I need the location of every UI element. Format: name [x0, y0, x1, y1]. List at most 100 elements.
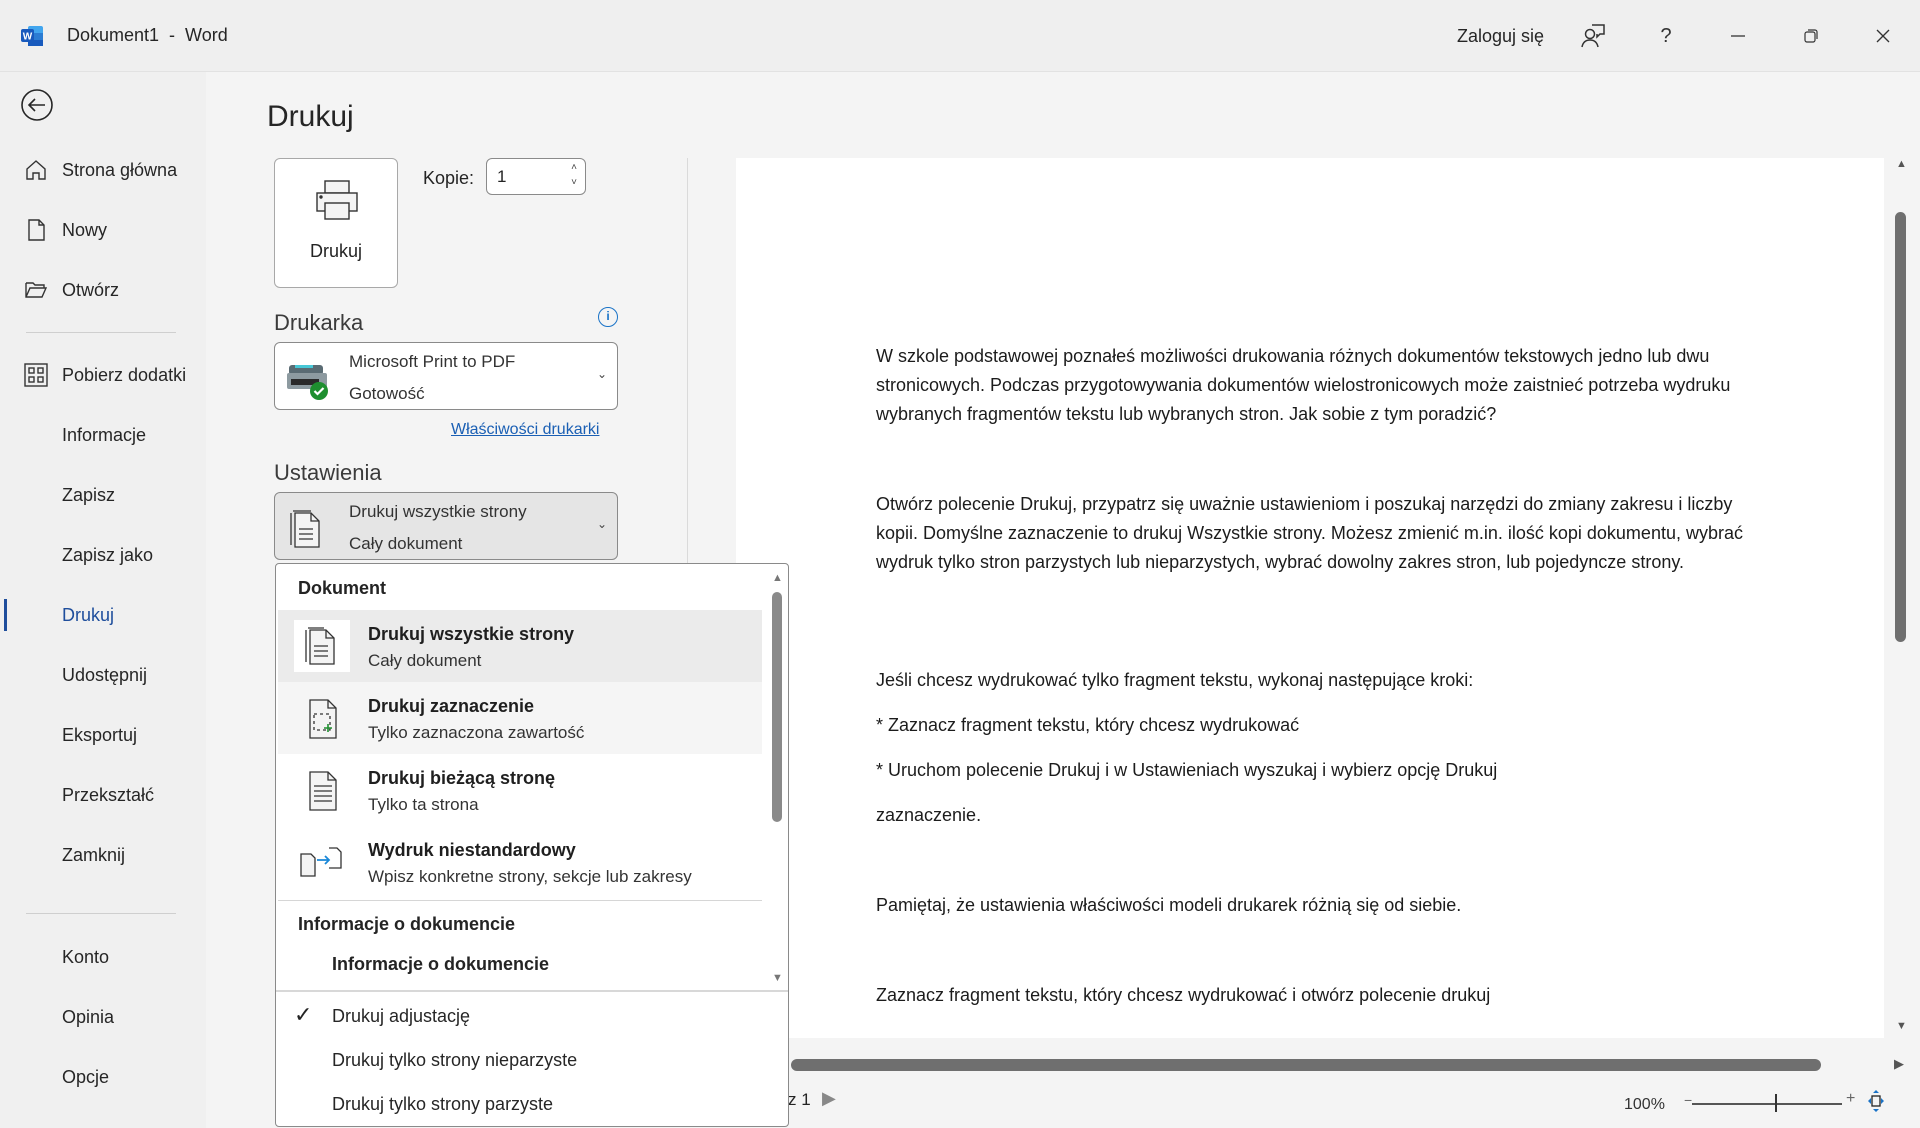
- sidebar-item-new[interactable]: Nowy: [0, 208, 206, 252]
- printer-icon: [316, 180, 358, 220]
- scroll-down-icon[interactable]: ▼: [1896, 1020, 1907, 1032]
- help-icon: ?: [1660, 24, 1672, 47]
- zoom-level[interactable]: 100%: [1624, 1096, 1665, 1114]
- sidebar-item-label: Otwórz: [62, 279, 120, 300]
- all-pages-icon: [290, 510, 320, 548]
- zoom-slider-thumb[interactable]: [1775, 1094, 1777, 1112]
- scroll-right-icon[interactable]: ▶: [1894, 1056, 1904, 1072]
- sidebar-item-feedback[interactable]: Opinia: [0, 995, 206, 1039]
- vertical-scroll-thumb[interactable]: [1895, 212, 1906, 642]
- print-range-subtitle: Cały dokument: [349, 534, 463, 553]
- printer-name: Microsoft Print to PDF: [349, 352, 516, 371]
- zoom-to-page-icon[interactable]: [1866, 1088, 1886, 1114]
- print-button-label: Drukuj: [309, 241, 362, 261]
- menu-group-header: Informacje o dokumencie: [298, 914, 516, 934]
- preview-paragraph: zaznaczenie.: [876, 805, 982, 825]
- preview-paragraph: Otwórz polecenie Drukuj, przypatrz się u…: [876, 494, 1743, 572]
- sidebar-item-share[interactable]: Udostępnij: [0, 653, 206, 697]
- sidebar-item-close[interactable]: Zamknij: [0, 833, 206, 877]
- option-label: Drukuj adjustację: [332, 1006, 471, 1026]
- menu-item-subtitle: Tylko zaznaczona zawartość: [368, 723, 585, 742]
- sign-in-link[interactable]: Zaloguj się: [1457, 26, 1544, 47]
- window-title: Dokument1 - Word: [67, 25, 228, 45]
- sidebar-item-label: Strona główna: [62, 159, 178, 180]
- horizontal-scroll-thumb[interactable]: [791, 1059, 1821, 1071]
- sidebar-item-addins[interactable]: Pobierz dodatki: [0, 353, 206, 397]
- menu-item-print-all[interactable]: Drukuj wszystkie strony Cały dokument: [278, 610, 762, 682]
- sidebar-divider: [26, 913, 176, 914]
- printer-heading: Drukarka: [274, 310, 364, 335]
- zoom-in-button[interactable]: +: [1846, 1090, 1855, 1108]
- sidebar-item-open[interactable]: Otwórz: [0, 268, 206, 312]
- menu-item-print-current-page[interactable]: Drukuj bieżącą stronę Tylko ta strona: [278, 754, 762, 826]
- print-range-dropdown[interactable]: Drukuj wszystkie strony Cały dokument ⌄: [274, 492, 618, 560]
- restore-button[interactable]: [1793, 20, 1829, 52]
- sidebar-item-print[interactable]: Drukuj: [0, 593, 206, 637]
- menu-item-title: Wydruk niestandardowy: [368, 840, 576, 860]
- menu-group-header: Dokument: [298, 578, 387, 598]
- next-page-icon[interactable]: ▶: [822, 1088, 836, 1109]
- new-document-icon: [28, 219, 45, 241]
- minimize-button[interactable]: [1720, 20, 1756, 52]
- sidebar-divider: [26, 332, 176, 333]
- open-folder-icon: [25, 282, 48, 298]
- sidebar-item-account[interactable]: Konto: [0, 935, 206, 979]
- all-pages-icon: [305, 627, 335, 665]
- checkmark-icon: ✓: [294, 1002, 313, 1027]
- scroll-down-icon[interactable]: ▼: [772, 972, 783, 984]
- sidebar-item-label: Przekształć: [62, 784, 155, 805]
- info-icon[interactable]: i: [598, 307, 618, 327]
- menu-item-document-info[interactable]: Informacje o dokumencie: [332, 954, 549, 975]
- sidebar-item-options[interactable]: Opcje: [0, 1055, 206, 1099]
- decrement-icon[interactable]: ˅: [566, 175, 582, 190]
- feedback-icon: [1581, 24, 1605, 48]
- printer-dropdown[interactable]: Microsoft Print to PDF Gotowość ⌄: [274, 342, 618, 410]
- zoom-slider[interactable]: [1692, 1103, 1842, 1105]
- minimize-icon: [1731, 35, 1745, 37]
- sidebar-item-label: Udostępnij: [62, 664, 148, 685]
- scroll-up-icon[interactable]: ▲: [772, 572, 783, 584]
- sidebar-item-label: Drukuj: [62, 604, 115, 625]
- menu-item-custom-print[interactable]: Wydruk niestandardowy Wpisz konkretne st…: [278, 826, 762, 898]
- sidebar-item-transform[interactable]: Przekształć: [0, 773, 206, 817]
- print-range-title: Drukuj wszystkie strony: [349, 502, 527, 521]
- feedback-button[interactable]: [1575, 20, 1611, 52]
- back-arrow-icon[interactable]: [20, 88, 54, 122]
- increment-icon[interactable]: ˄: [566, 160, 582, 175]
- zoom-out-button[interactable]: −: [1684, 1092, 1692, 1108]
- preview-paragraph: Zaznacz fragment tekstu, który chcesz wy…: [876, 985, 1491, 1005]
- sidebar-item-export[interactable]: Eksportuj: [0, 713, 206, 757]
- menu-divider: [276, 990, 788, 992]
- sidebar-item-save[interactable]: Zapisz: [0, 473, 206, 517]
- copies-stepper[interactable]: ˄ ˅: [566, 160, 582, 192]
- help-button[interactable]: ?: [1648, 20, 1684, 52]
- sidebar-item-label: Pobierz dodatki: [62, 364, 187, 385]
- custom-range-icon: [300, 847, 342, 877]
- sidebar-item-save-as[interactable]: Zapisz jako: [0, 533, 206, 577]
- sidebar-item-label: Konto: [62, 946, 110, 967]
- page-count: z 1: [788, 1090, 811, 1109]
- menu-item-print-selection[interactable]: Drukuj zaznaczenie Tylko zaznaczona zawa…: [278, 682, 762, 754]
- backstage-sidebar: Strona główna Nowy Otwórz Pobierz dodatk…: [0, 72, 206, 1128]
- sidebar-item-label: Eksportuj: [62, 724, 138, 745]
- close-button[interactable]: [1865, 20, 1901, 52]
- print-range-menu: Dokument Drukuj wszystkie strony Cały do…: [275, 563, 789, 1127]
- menu-scroll-thumb[interactable]: [772, 592, 782, 822]
- print-button[interactable]: Drukuj: [274, 158, 398, 288]
- menu-divider: [278, 900, 762, 901]
- home-icon: [26, 160, 46, 180]
- option-print-markup[interactable]: ✓ Drukuj adjustację: [276, 994, 788, 1038]
- option-print-odd-pages[interactable]: Drukuj tylko strony nieparzyste: [276, 1038, 788, 1082]
- scroll-up-icon[interactable]: ▲: [1896, 158, 1907, 170]
- selection-icon: [309, 699, 337, 739]
- printer-properties-link[interactable]: Właściwości drukarki: [451, 421, 599, 439]
- printer-ready-icon: [287, 365, 328, 400]
- sidebar-item-label: Zapisz jako: [62, 544, 154, 565]
- sidebar-item-label: Nowy: [62, 219, 108, 240]
- settings-heading: Ustawienia: [274, 460, 382, 485]
- sidebar-item-home[interactable]: Strona główna: [0, 148, 206, 192]
- option-print-even-pages[interactable]: Drukuj tylko strony parzyste: [276, 1082, 788, 1126]
- preview-paragraph: Pamiętaj, że ustawienia właściwości mode…: [876, 895, 1462, 915]
- copies-label: Kopie:: [423, 168, 475, 188]
- sidebar-item-info[interactable]: Informacje: [0, 413, 206, 457]
